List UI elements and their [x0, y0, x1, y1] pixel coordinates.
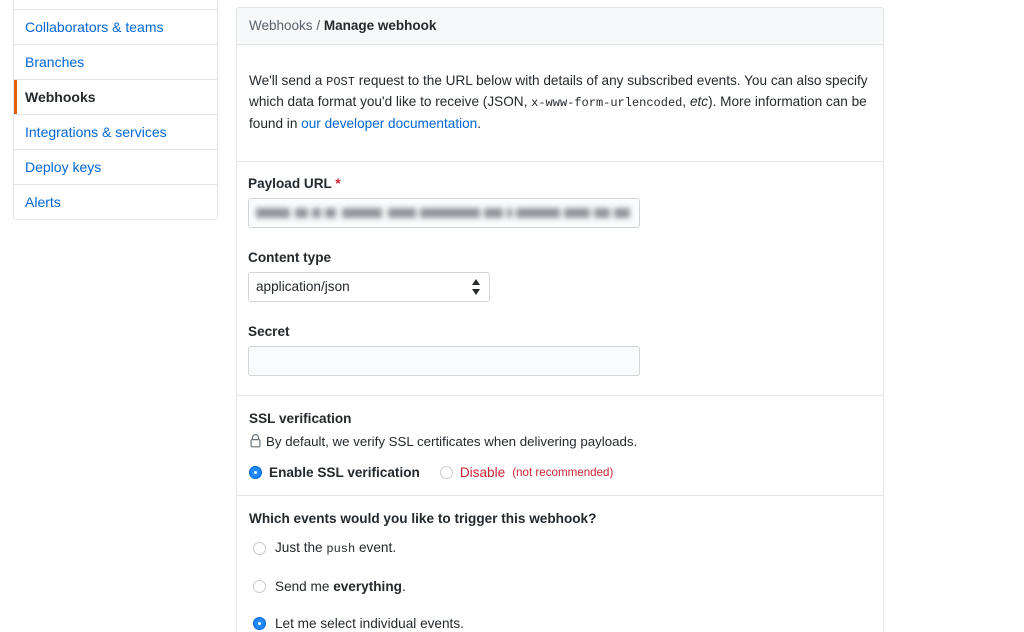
- ssl-radio-group: Enable SSL verification Disable (not rec…: [249, 465, 871, 480]
- ssl-disable-label: Disable: [459, 464, 506, 480]
- payload-url-label: Payload URL *: [248, 175, 871, 192]
- sidebar-item-deploy-keys[interactable]: Deploy keys: [14, 149, 217, 184]
- http-method-code: POST: [326, 74, 355, 89]
- breadcrumb-separator: /: [316, 18, 321, 33]
- radio-button-selected[interactable]: [249, 465, 262, 479]
- intro-text-5: .: [477, 115, 482, 131]
- event-option-label: Just the push event.: [275, 539, 396, 558]
- sidebar-item-branches[interactable]: Branches: [14, 44, 217, 79]
- sidebar-item-label: Branches: [25, 54, 85, 70]
- event-option-label: Let me select individual events.: [275, 615, 464, 631]
- required-marker: *: [335, 175, 341, 191]
- lock-icon: [250, 433, 261, 448]
- sidebar-item-label: Collaborators & teams: [25, 19, 164, 35]
- intro-text-3: ,: [682, 94, 690, 110]
- sidebar-item-webhooks[interactable]: Webhooks: [14, 79, 217, 114]
- radio-button[interactable]: [439, 465, 453, 479]
- radio-button-selected[interactable]: [253, 616, 266, 630]
- event-option-label: Send me everything.: [275, 578, 406, 595]
- content-type-label: Content type: [248, 249, 332, 265]
- sidebar-item-label: Integrations & services: [25, 124, 167, 140]
- events-question: Which events would you like to trigger t…: [249, 510, 597, 526]
- redacted-url-overlay: [256, 206, 630, 221]
- ssl-disable-option[interactable]: Disable (not recommended): [439, 464, 614, 480]
- breadcrumb: Webhooks / Manage webhook: [237, 8, 883, 45]
- content-type-select[interactable]: application/json application/x-www-form-…: [248, 271, 490, 302]
- ssl-note: By default, we verify SSL certificates w…: [249, 433, 871, 450]
- content-type-field: Content type application/json applicatio…: [248, 249, 871, 302]
- sidebar-item-options[interactable]: Options: [14, 0, 217, 9]
- radio-button[interactable]: [253, 541, 266, 555]
- intro-section: We'll send a POST request to the URL bel…: [237, 45, 883, 162]
- event-label-prefix: Just the: [275, 539, 327, 555]
- secret-label: Secret: [248, 323, 290, 339]
- event-option-individual[interactable]: Let me select individual events.: [253, 615, 871, 632]
- content-type-select-wrap: application/json application/x-www-form-…: [248, 271, 490, 302]
- ssl-enable-option[interactable]: Enable SSL verification: [249, 465, 420, 480]
- sidebar-item-label: Webhooks: [25, 89, 96, 105]
- ssl-section-title: SSL verification: [249, 410, 352, 426]
- event-label-suffix: .: [401, 578, 406, 594]
- settings-sidebar: Options Collaborators & teams Branches W…: [13, 0, 218, 220]
- encoding-code: x-www-form-urlencoded: [531, 96, 683, 111]
- sidebar-item-label: Deploy keys: [25, 159, 102, 175]
- event-label-suffix: event.: [355, 539, 397, 555]
- ssl-disable-suffix: (not recommended): [512, 465, 614, 479]
- breadcrumb-current: Manage webhook: [323, 18, 437, 33]
- ssl-note-text: By default, we verify SSL certificates w…: [266, 433, 638, 449]
- payload-url-input[interactable]: [248, 197, 640, 228]
- breadcrumb-link-webhooks[interactable]: Webhooks: [249, 18, 313, 33]
- payload-url-field: Payload URL *: [248, 175, 871, 228]
- secret-field: Secret: [248, 323, 871, 376]
- manage-webhook-panel: Webhooks / Manage webhook We'll send a P…: [236, 7, 884, 632]
- payload-url-label-text: Payload URL: [248, 175, 332, 191]
- sidebar-item-integrations-and-services[interactable]: Integrations & services: [14, 114, 217, 149]
- events-section: Which events would you like to trigger t…: [237, 496, 883, 632]
- secret-input[interactable]: [248, 345, 640, 376]
- event-label-prefix: Send me: [275, 578, 334, 594]
- intro-paragraph: We'll send a POST request to the URL bel…: [248, 71, 871, 135]
- radio-button[interactable]: [253, 579, 266, 593]
- settings-page: Options Collaborators & teams Branches W…: [0, 0, 1024, 632]
- event-label-strong: everything: [333, 578, 402, 594]
- ssl-verification-section: SSL verification By default, we verify S…: [237, 396, 883, 496]
- intro-etc: etc: [689, 94, 709, 110]
- event-option-send-everything[interactable]: Send me everything.: [253, 578, 871, 595]
- sidebar-item-alerts[interactable]: Alerts: [14, 184, 217, 219]
- webhook-config-section: Payload URL * Content type application/j…: [237, 162, 883, 396]
- sidebar-item-collaborators-and-teams[interactable]: Collaborators & teams: [14, 9, 217, 44]
- ssl-enable-label: Enable SSL verification: [269, 464, 420, 480]
- event-label-code: push: [326, 541, 356, 556]
- event-option-push-only[interactable]: Just the push event.: [253, 539, 871, 558]
- intro-text-1: We'll send a: [249, 72, 327, 88]
- sidebar-item-label: Alerts: [25, 194, 61, 210]
- developer-documentation-link[interactable]: our developer documentation: [301, 116, 477, 131]
